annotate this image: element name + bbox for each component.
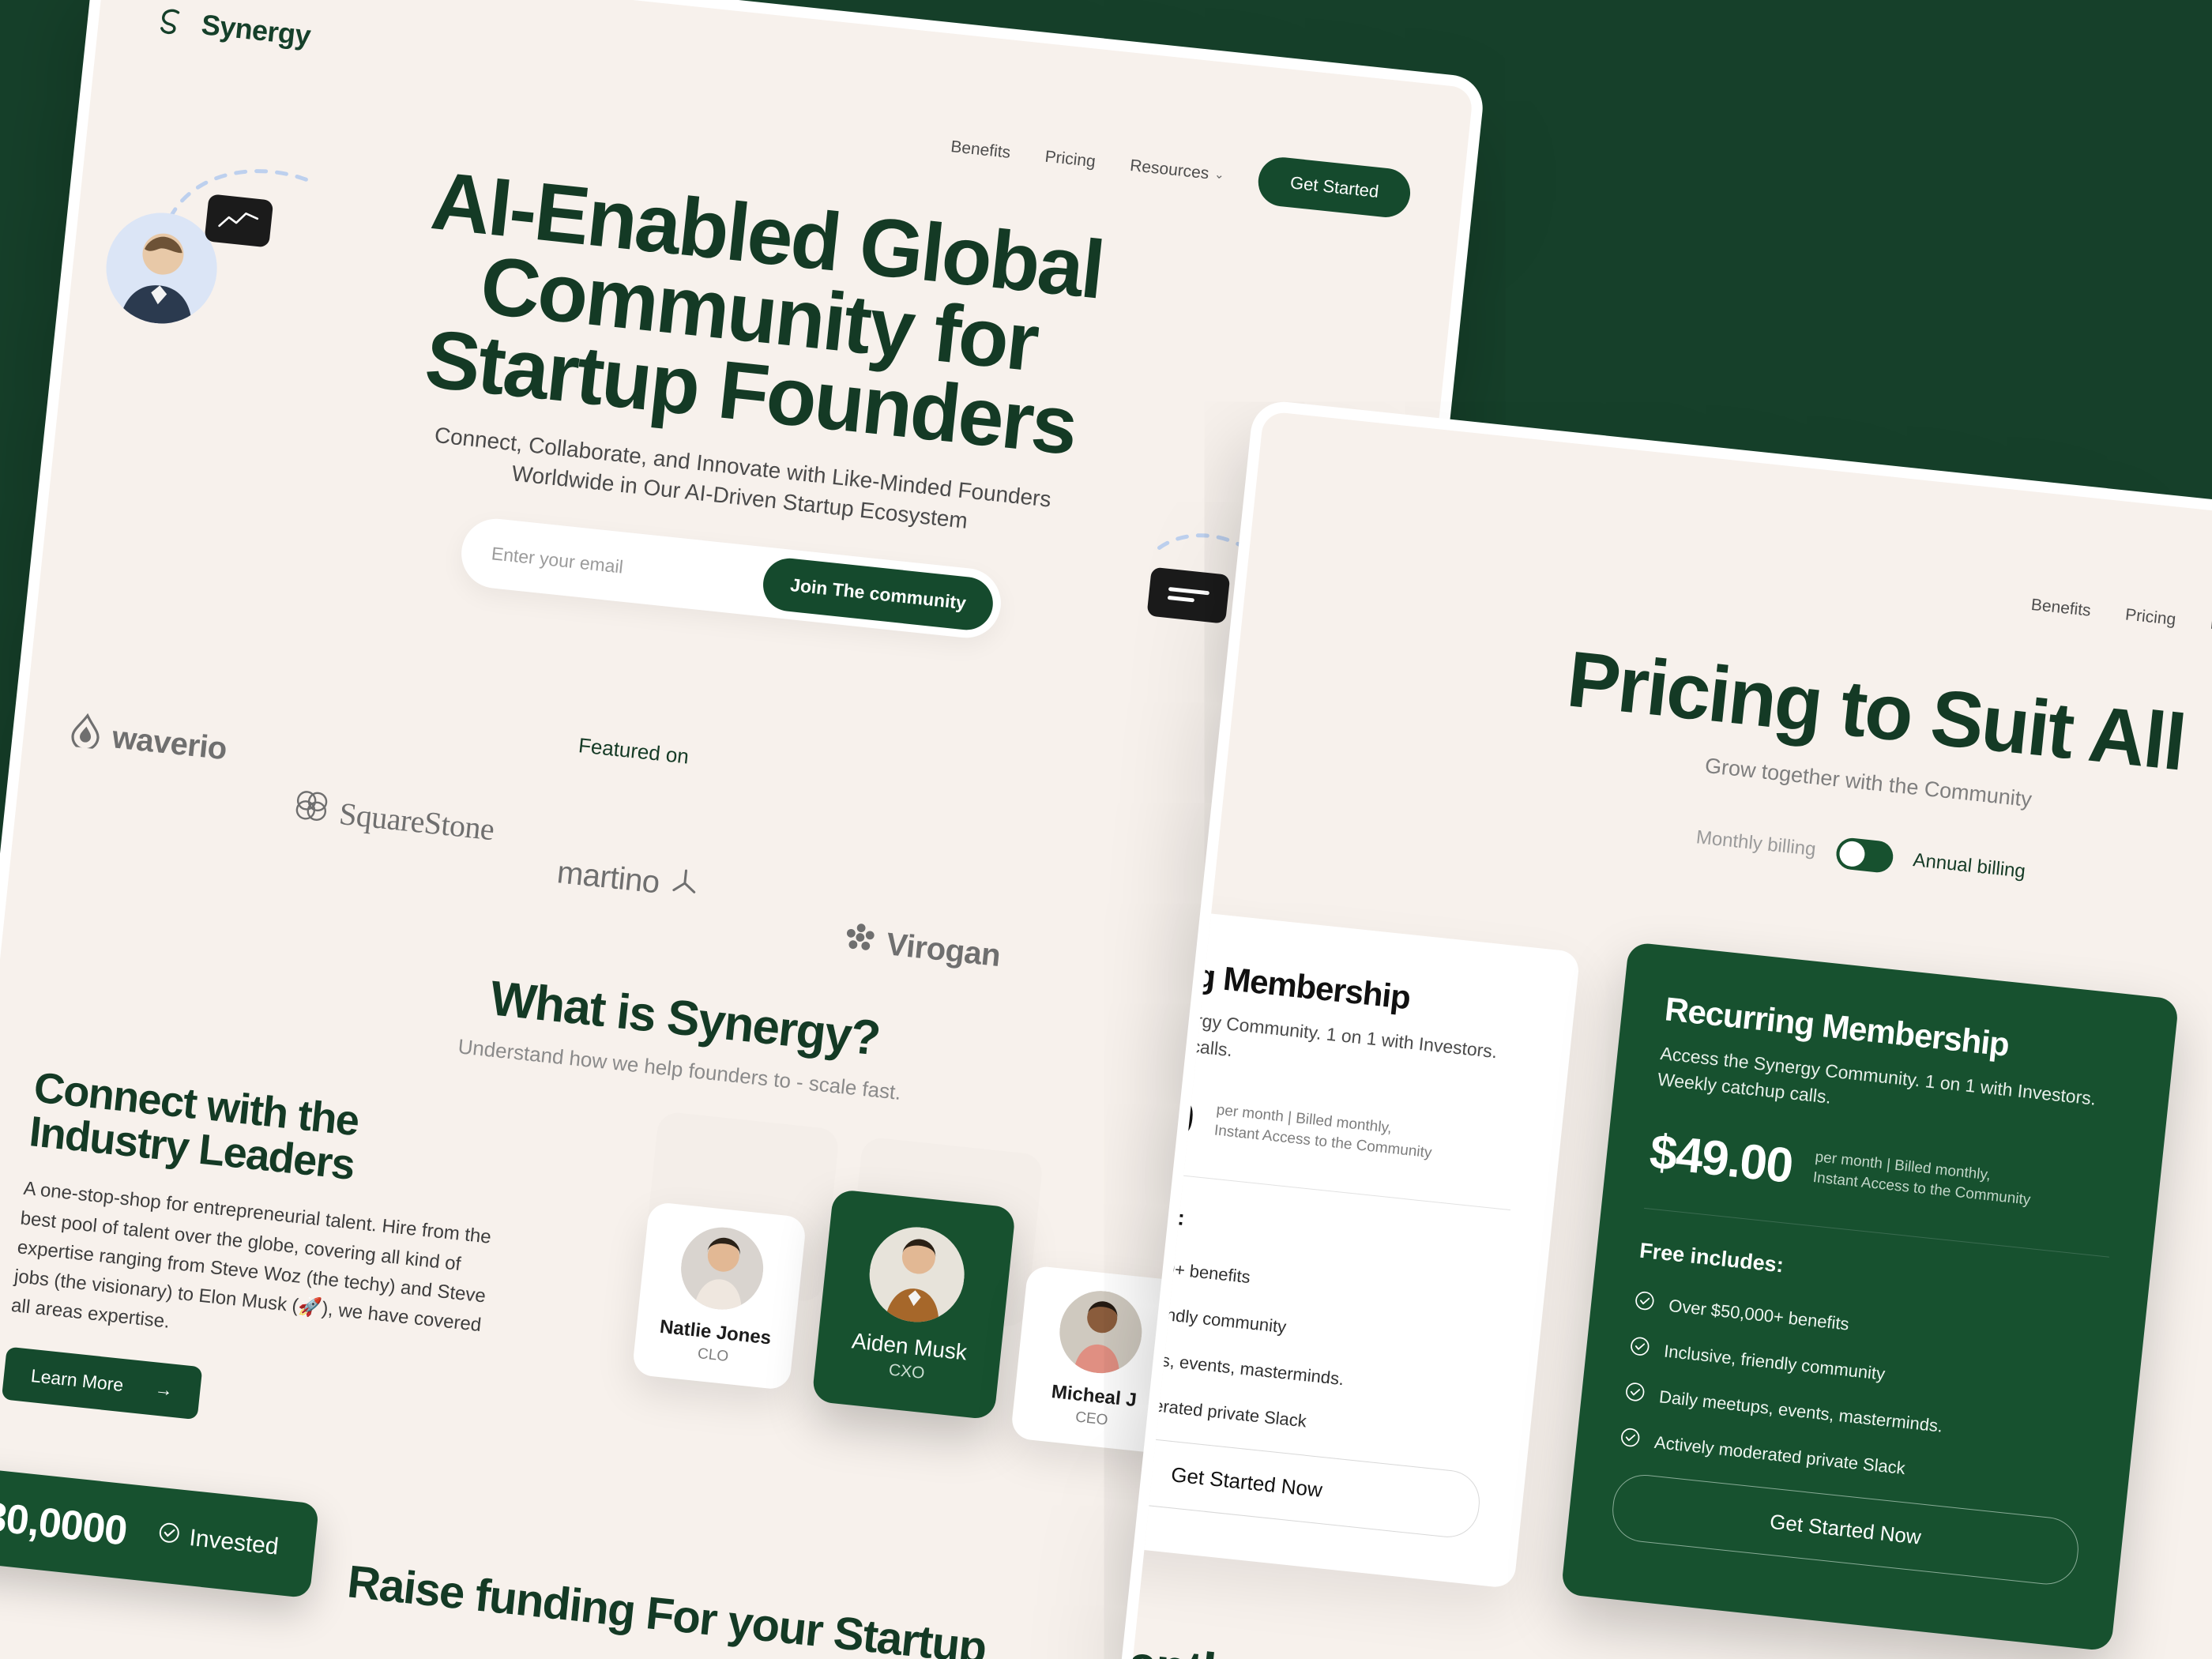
chevron-down-icon: ⌄ (1213, 167, 1225, 182)
email-input[interactable] (488, 541, 766, 593)
get-started-button[interactable]: Get Started (1256, 155, 1413, 220)
brand-logo[interactable]: Synergy (152, 2, 312, 54)
faq-section: Frequently Answered Questions How is thi… (1099, 1620, 1858, 1659)
learn-more-button[interactable]: Learn More → (1, 1346, 203, 1420)
plan-price-row: $49.00 per month | Billed monthly, Insta… (1647, 1124, 2117, 1225)
invested-amount-badge: $30,0000 Invested (0, 1463, 320, 1599)
plan-feature-label: Inclusive, friendly community (1663, 1341, 1887, 1384)
arrow-right-icon: → (153, 1378, 175, 1401)
logo-waverio-label: waverio (110, 719, 229, 766)
home-navbar: Benefits Pricing Resources ⌄ Get Started (948, 122, 1413, 220)
nav-link-pricing[interactable]: Pricing (1044, 148, 1097, 172)
nav-link-resources-label: Resources (1129, 156, 1210, 183)
pricing-header: Pricing to Suit All Grow together with t… (1293, 607, 2212, 930)
logo-squarestone: SquareStone (292, 787, 496, 850)
plan-price-meta: per month | Billed monthly, Instant Acce… (1213, 1100, 1435, 1169)
pricing-title: Pricing to Suit All (1563, 634, 2189, 788)
nav-link-benefits[interactable]: Benefits (950, 137, 1011, 163)
person-role: CXO (887, 1360, 926, 1383)
faq-title: Frequently Answered Questions (1099, 1620, 1858, 1659)
logo-virogan: Virogan (842, 920, 1003, 976)
tripod-icon (668, 866, 701, 905)
check-circle-icon (156, 1521, 182, 1552)
check-circle-icon (1633, 1289, 1656, 1317)
logo-martino: martino (555, 854, 701, 905)
line-chart-icon (218, 213, 259, 228)
raise-funding-heading: Raise funding For your Startup (344, 1556, 988, 1659)
check-circle-icon (1619, 1426, 1642, 1454)
plan-price-meta: per month | Billed monthly, Instant Acce… (1811, 1147, 2033, 1217)
nav-link-benefits[interactable]: Benefits (2030, 596, 2092, 621)
person-card-aiden[interactable]: Aiden Musk CXO (811, 1188, 1017, 1420)
person-card-natlie[interactable]: Natlie Jones CLO (631, 1201, 807, 1391)
person-role: CLO (697, 1345, 730, 1365)
flower-dots-icon (842, 920, 878, 963)
person-role: CEO (1074, 1409, 1109, 1429)
plan-feature-label: Daily meetups, events, masterminds. (1658, 1386, 1944, 1436)
pricing-page-panel: Benefits Pricing Resources⌄ Get Started … (1098, 411, 2212, 1659)
screenshot-stage: Synergy Benefits Pricing Resources ⌄ Get … (0, 0, 2212, 1659)
logo-virogan-label: Virogan (884, 926, 1003, 973)
avatar (676, 1223, 768, 1314)
industry-leaders-block: Connect with the Industry Leaders A one-… (1, 1064, 524, 1450)
monthly-billing-label[interactable]: Monthly billing (1695, 826, 1817, 861)
plan-price: $49.00 (1647, 1124, 1795, 1194)
avatar (1055, 1287, 1146, 1378)
email-signup-form: Join The community (457, 515, 1005, 641)
invested-amount: $30,0000 (0, 1491, 130, 1555)
faq-title-line-1: Frequently Answered (1099, 1620, 1492, 1659)
plan-feature-label: Over $50,000+ benefits (1668, 1295, 1850, 1334)
billing-toggle-switch[interactable] (1834, 836, 1894, 875)
learn-more-label: Learn More (29, 1365, 125, 1396)
synergy-logo-icon (152, 2, 190, 40)
avatar (864, 1222, 969, 1327)
message-chip-right (1146, 566, 1231, 624)
infinity-knot-icon (292, 787, 330, 833)
hero-section: AI-Enabled Global Community for Startup … (232, 145, 1266, 665)
plan-feature-list: Over $50,000+ benefits Inclusive, friend… (1619, 1289, 2101, 1500)
person-name: Natlie Jones (658, 1315, 773, 1349)
invested-tag-label: Invested (187, 1525, 280, 1560)
logo-squarestone-label: SquareStone (337, 795, 496, 847)
chart-chip-left (204, 194, 274, 248)
nav-link-pricing[interactable]: Pricing (2124, 605, 2176, 630)
check-circle-icon (1628, 1335, 1651, 1363)
annual-billing-label[interactable]: Annual billing (1912, 849, 2026, 883)
text-lines-icon (1167, 587, 1209, 603)
plan-feature-label: Actively moderated private Slack (1653, 1431, 1906, 1478)
check-circle-icon (1623, 1380, 1646, 1408)
industry-leaders-body: A one-stop-shop for entrepreneurial tale… (9, 1178, 492, 1336)
flame-drop-icon (68, 712, 103, 758)
join-community-button[interactable]: Join The community (761, 555, 996, 633)
person-name: Aiden Musk (850, 1328, 969, 1365)
logo-martino-label: martino (555, 854, 661, 901)
pricing-navbar: Benefits Pricing Resources⌄ Get Started (2029, 581, 2212, 678)
invested-tag: Invested (156, 1521, 280, 1562)
brand-name: Synergy (199, 8, 313, 52)
nav-link-resources[interactable]: Resources⌄ (1129, 156, 1225, 185)
toggle-knob (1838, 840, 1866, 868)
person-name: Micheal J (1050, 1381, 1138, 1412)
plan-card-dark: Recurring Membership Access the Synergy … (1560, 942, 2180, 1652)
logo-waverio: waverio (68, 712, 229, 771)
nav-link-resources[interactable]: Resources⌄ (2210, 615, 2212, 643)
featured-on-label: Featured on (577, 733, 690, 769)
